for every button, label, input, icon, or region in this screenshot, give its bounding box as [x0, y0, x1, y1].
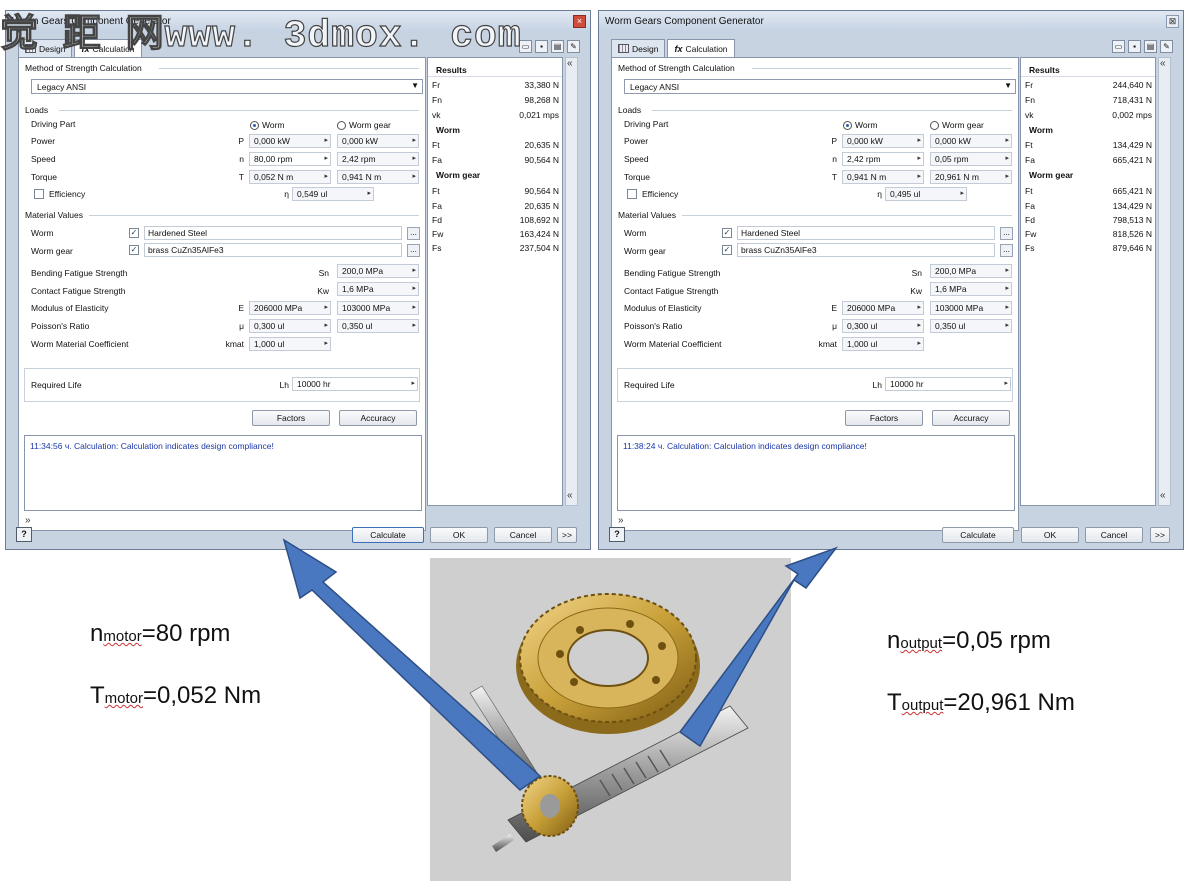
arrow-to-left-window	[282, 538, 542, 791]
motor-speed-annotation: nmotor=80 rpm	[90, 620, 231, 647]
output-torque-annotation: Toutput=20,961 Nm	[887, 689, 1075, 716]
output-speed-annotation: noutput=0,05 rpm	[887, 627, 1051, 654]
motor-torque-annotation: Tmotor=0,052 Nm	[90, 682, 262, 709]
arrow-to-right-window	[678, 546, 839, 748]
arrows-overlay	[282, 538, 839, 791]
watermark: 觉 距 网www. 3dmox. com	[0, 14, 522, 58]
